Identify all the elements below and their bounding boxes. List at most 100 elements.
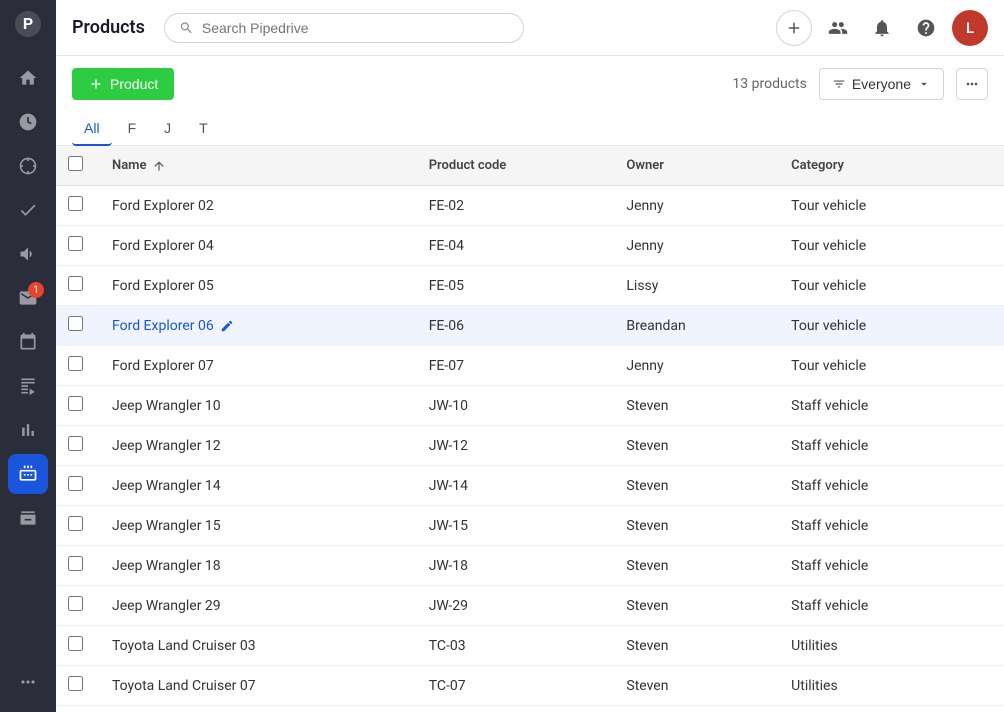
product-name[interactable]: Jeep Wrangler 10: [112, 398, 221, 414]
sidebar-item-campaigns[interactable]: [8, 234, 48, 274]
table-row: Ford Explorer 02 FE-02 Jenny Tour vehicl…: [56, 186, 1004, 226]
add-product-icon: [88, 76, 104, 92]
product-name[interactable]: Ford Explorer 05: [112, 278, 214, 294]
cell-owner: Steven: [610, 546, 775, 586]
sidebar-item-calendar[interactable]: [8, 322, 48, 362]
row-checkbox[interactable]: [68, 436, 83, 451]
cell-code: FE-05: [413, 266, 611, 306]
main-content: Products L Product 13 prod: [56, 0, 1004, 712]
filter-tab-all[interactable]: All: [72, 112, 112, 146]
product-name[interactable]: Jeep Wrangler 18: [112, 558, 221, 574]
table-row: Ford Explorer 04 FE-04 Jenny Tour vehicl…: [56, 226, 1004, 266]
product-name[interactable]: Ford Explorer 02: [112, 198, 214, 214]
table-row: Jeep Wrangler 18 JW-18 Steven Staff vehi…: [56, 546, 1004, 586]
sidebar-item-marketplace[interactable]: [8, 498, 48, 538]
row-checkbox[interactable]: [68, 476, 83, 491]
filter-tabs: All F J T: [56, 112, 1004, 146]
app-logo[interactable]: P: [12, 8, 44, 40]
filter-tab-t[interactable]: T: [187, 112, 220, 146]
cell-code: FE-04: [413, 226, 611, 266]
product-name[interactable]: Jeep Wrangler 12: [112, 438, 221, 454]
cell-owner: Steven: [610, 426, 775, 466]
cell-extra: [972, 186, 1004, 226]
row-checkbox-cell: [56, 586, 96, 626]
table-row: Toyota Land Cruiser 03 TC-03 Steven Util…: [56, 626, 1004, 666]
add-icon-button[interactable]: [776, 10, 812, 46]
sidebar-item-mail[interactable]: 1: [8, 278, 48, 318]
table-row: Jeep Wrangler 10 JW-10 Steven Staff vehi…: [56, 386, 1004, 426]
table-row: Jeep Wrangler 12 JW-12 Steven Staff vehi…: [56, 426, 1004, 466]
sidebar-item-deals[interactable]: [8, 146, 48, 186]
product-name[interactable]: Ford Explorer 04: [112, 238, 214, 254]
row-checkbox-cell: [56, 666, 96, 706]
cell-name: Ford Explorer 04: [96, 226, 413, 266]
cell-name: Jeep Wrangler 12: [96, 426, 413, 466]
row-checkbox-cell: [56, 506, 96, 546]
page-title: Products: [72, 17, 152, 38]
everyone-filter-button[interactable]: Everyone: [819, 68, 944, 100]
column-category: Category: [775, 146, 972, 186]
avatar[interactable]: L: [952, 10, 988, 46]
column-name[interactable]: Name: [96, 146, 413, 186]
product-name[interactable]: Ford Explorer 07: [112, 358, 214, 374]
cell-owner: Steven: [610, 586, 775, 626]
row-checkbox-cell: [56, 346, 96, 386]
filter-tab-f[interactable]: F: [116, 112, 149, 146]
sidebar-more-button[interactable]: [8, 662, 48, 702]
cell-name: Jeep Wrangler 18: [96, 546, 413, 586]
row-checkbox-cell: [56, 386, 96, 426]
add-product-button[interactable]: Product: [72, 68, 174, 100]
row-checkbox[interactable]: [68, 396, 83, 411]
select-all-checkbox[interactable]: [68, 156, 83, 171]
cell-name: Jeep Wrangler 10: [96, 386, 413, 426]
sidebar-item-leads[interactable]: [8, 190, 48, 230]
row-checkbox[interactable]: [68, 276, 83, 291]
cell-extra: [972, 426, 1004, 466]
table-row: Toyota Land Cruiser 07 TC-07 Steven Util…: [56, 666, 1004, 706]
cell-owner: Jenny: [610, 226, 775, 266]
product-name[interactable]: Jeep Wrangler 29: [112, 598, 221, 614]
product-name[interactable]: Ford Explorer 06: [112, 318, 214, 334]
more-options-button[interactable]: [956, 68, 988, 100]
sidebar-item-contacts[interactable]: [8, 366, 48, 406]
edit-icon[interactable]: [220, 319, 234, 333]
product-name[interactable]: Jeep Wrangler 14: [112, 478, 221, 494]
row-checkbox[interactable]: [68, 316, 83, 331]
row-checkbox[interactable]: [68, 236, 83, 251]
search-input[interactable]: [202, 20, 509, 36]
sidebar-item-products[interactable]: [8, 454, 48, 494]
row-checkbox[interactable]: [68, 196, 83, 211]
search-bar[interactable]: [164, 13, 524, 43]
cell-category: Staff vehicle: [775, 426, 972, 466]
row-checkbox[interactable]: [68, 676, 83, 691]
column-extra: [972, 146, 1004, 186]
cell-name: Toyota Land Cruiser 03: [96, 626, 413, 666]
cell-category: Tour vehicle: [775, 226, 972, 266]
cell-code: JW-29: [413, 586, 611, 626]
row-checkbox-cell: [56, 626, 96, 666]
header-actions: L: [776, 10, 988, 46]
activity-icon-button[interactable]: [820, 10, 856, 46]
cell-code: JW-10: [413, 386, 611, 426]
product-name[interactable]: Toyota Land Cruiser 03: [112, 638, 256, 654]
row-checkbox[interactable]: [68, 556, 83, 571]
row-checkbox[interactable]: [68, 596, 83, 611]
toolbar: Product 13 products Everyone: [56, 56, 1004, 112]
sidebar-item-home[interactable]: [8, 58, 48, 98]
cell-category: Staff vehicle: [775, 546, 972, 586]
row-checkbox[interactable]: [68, 516, 83, 531]
notifications-icon-button[interactable]: [864, 10, 900, 46]
mail-badge: 1: [28, 282, 44, 298]
sidebar-item-reports[interactable]: [8, 410, 48, 450]
filter-tab-j[interactable]: J: [152, 112, 183, 146]
cell-owner: Steven: [610, 666, 775, 706]
cell-owner: Steven: [610, 626, 775, 666]
product-name[interactable]: Toyota Land Cruiser 07: [112, 678, 256, 694]
row-checkbox[interactable]: [68, 636, 83, 651]
help-icon-button[interactable]: [908, 10, 944, 46]
cell-extra: [972, 266, 1004, 306]
sidebar-item-activity[interactable]: [8, 102, 48, 142]
row-checkbox-cell: [56, 226, 96, 266]
row-checkbox[interactable]: [68, 356, 83, 371]
product-name[interactable]: Jeep Wrangler 15: [112, 518, 221, 534]
